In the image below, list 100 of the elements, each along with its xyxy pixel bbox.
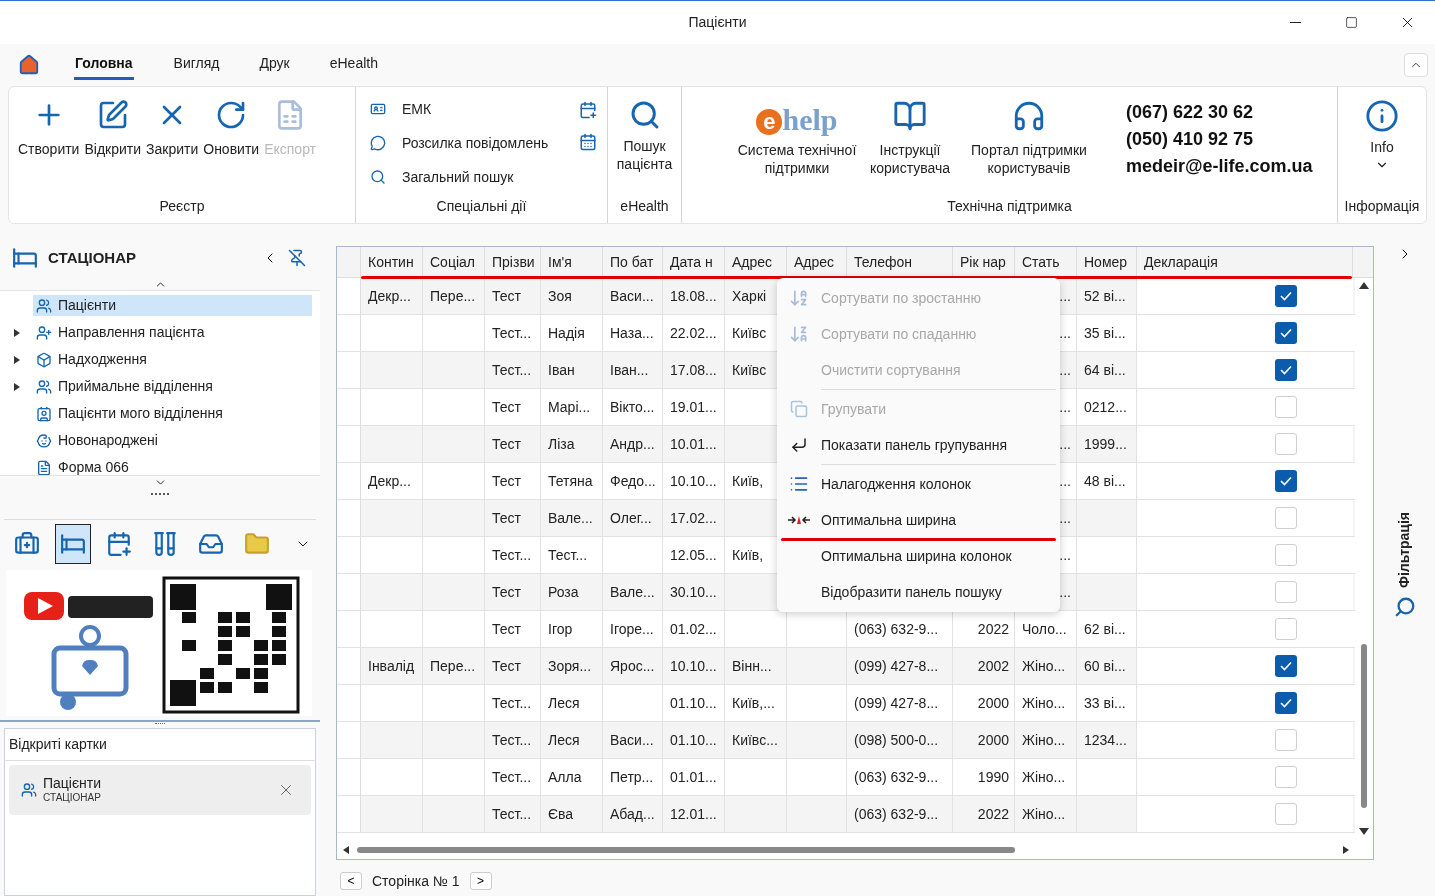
group-label: Спеціальні дії <box>435 197 528 216</box>
table-cell-text: Зоя <box>548 286 572 306</box>
table-cell-text: Тест... <box>492 693 532 713</box>
table-cell-text: (063) 632-9... <box>854 767 939 787</box>
table-cell-text: (063) 632-9... <box>854 804 939 824</box>
table-cell-text: Наза... <box>610 323 654 343</box>
table-cell-text: 2022 <box>977 619 1009 639</box>
table-cell-text: Київ,... <box>732 693 775 713</box>
table-cell-text: 52 ві... <box>1084 286 1126 306</box>
table-cell-text: 64 ві... <box>1084 360 1126 380</box>
table-cell-text: Єва <box>548 804 574 824</box>
table-cell-text: Тест <box>492 619 521 639</box>
table-cell-text: (098) 500-0... <box>854 730 939 750</box>
table-cell-text: (063) 632-9... <box>854 619 939 639</box>
table-cell-text: Тест... <box>492 804 532 824</box>
table-cell-text: 35 ві... <box>1084 323 1126 343</box>
table-cell-text: ... <box>1059 582 1071 602</box>
table-cell-text: 01.01... <box>670 767 717 787</box>
table-cell-text: Васи... <box>610 286 654 306</box>
table-cell-text: Інвалід <box>368 656 415 676</box>
table-cell-text: ... <box>1059 397 1071 417</box>
table-cell-text: Жіно... <box>1022 693 1066 713</box>
table-cell-text: Вінн... <box>732 656 772 676</box>
table-cell-text: Тетяна <box>548 471 593 491</box>
table-cell-text: Декр... <box>368 471 411 491</box>
table-cell-text: Тест <box>492 471 521 491</box>
table-cell-text: Харкі <box>732 286 767 306</box>
table-cell-text: Ліза <box>548 434 575 454</box>
table-cell-text: Тест <box>492 434 521 454</box>
table-cell-text: Чоло... <box>1022 619 1067 639</box>
table-cell-text: ... <box>1059 286 1071 306</box>
card-title: Пацієнти <box>43 775 102 791</box>
table-cell-text: ... <box>1059 471 1071 491</box>
table-cell-text: 22.02... <box>670 323 717 343</box>
group-label: Реєстр <box>158 197 206 216</box>
table-cell-text: 2000 <box>977 693 1009 713</box>
table-cell-text: 01.10... <box>670 730 717 750</box>
table-cell-text: Тест... <box>492 360 532 380</box>
table-cell-text: Жіно... <box>1022 730 1066 750</box>
card-subtitle: СТАЦІОНАР <box>43 791 102 805</box>
table-cell-text: Іван... <box>610 360 649 380</box>
group-label: Інформація <box>1343 197 1421 216</box>
table-cell-text: Андр... <box>610 434 655 454</box>
table-cell-text: ... <box>1059 360 1071 380</box>
page-label: Сторінка № 1 <box>372 871 460 891</box>
table-cell-text: 01.10... <box>670 693 717 713</box>
table-cell-text: Жіно... <box>1022 656 1066 676</box>
table-cell-text: 19.01... <box>670 397 717 417</box>
table-cell-text: Тест... <box>492 323 532 343</box>
table-cell-text: 2002 <box>977 656 1009 676</box>
table-cell-text: Тест <box>492 656 521 676</box>
table-cell-text: 30.10... <box>670 582 717 602</box>
table-cell-text: 10.10... <box>670 656 717 676</box>
table-cell-text: Тест... <box>492 545 532 565</box>
table-cell-text: Тест <box>492 508 521 528</box>
table-cell-text: 33 ві... <box>1084 693 1126 713</box>
table-cell-text: Київс... <box>732 730 778 750</box>
table-cell-text: Абад... <box>610 804 655 824</box>
table-cell-text: Марі... <box>548 397 591 417</box>
table-cell-text: Тест <box>492 286 521 306</box>
table-cell-text: Ігоре... <box>610 619 654 639</box>
table-cell-text: Федо... <box>610 471 656 491</box>
table-cell-text: 0212... <box>1084 397 1127 417</box>
group-label: Технічна підтримка <box>946 197 1073 216</box>
table-cell-text: ... <box>1059 434 1071 454</box>
table-cell-text: ... <box>1059 323 1071 343</box>
table-cell-text: 2000 <box>977 730 1009 750</box>
panel-title: Відкриті картки <box>5 729 315 761</box>
table-cell-text: Вікто... <box>610 397 655 417</box>
window-title: Пацієнти <box>688 13 747 33</box>
table-cell-text: Тест... <box>492 767 532 787</box>
table-cell-text: Жіно... <box>1022 804 1066 824</box>
table-cell-text: 17.08... <box>670 360 717 380</box>
table-cell-text: ... <box>1059 545 1071 565</box>
help-logo: e help <box>756 99 838 136</box>
table-cell-text: Київс <box>732 360 767 380</box>
table-cell-text: Алла <box>548 767 582 787</box>
table-cell-text: Тест... <box>548 545 588 565</box>
table-cell-text: Іван <box>548 360 575 380</box>
table-cell-text: 2022 <box>977 804 1009 824</box>
table-cell-text: Київс <box>732 323 767 343</box>
sidebar-title: СТАЦІОНАР <box>48 247 136 268</box>
table-cell-text: 12.01... <box>670 804 717 824</box>
table-cell-text: 1234... <box>1084 730 1127 750</box>
table-cell-text: 1999... <box>1084 434 1127 454</box>
table-cell-text: Надія <box>548 323 585 343</box>
table-cell-text: Київ, <box>732 471 764 491</box>
table-cell-text: 01.02... <box>670 619 717 639</box>
table-cell-text: Жіно... <box>1022 767 1066 787</box>
group-label: eHealth <box>619 197 670 216</box>
table-cell-text: Пере... <box>430 656 476 676</box>
table-cell-text: 1990 <box>977 767 1009 787</box>
contact-text: medeir@e-life.com.ua <box>1126 155 1313 179</box>
table-cell-text: Зоря... <box>548 656 592 676</box>
table-cell-text: 60 ві... <box>1084 656 1126 676</box>
table-cell-text: 48 ві... <box>1084 471 1126 491</box>
table-cell-text: 18.08... <box>670 286 717 306</box>
table-cell-text: Пере... <box>430 286 476 306</box>
table-cell-text: Роза <box>548 582 579 602</box>
table-cell-text: Олег... <box>610 508 652 528</box>
